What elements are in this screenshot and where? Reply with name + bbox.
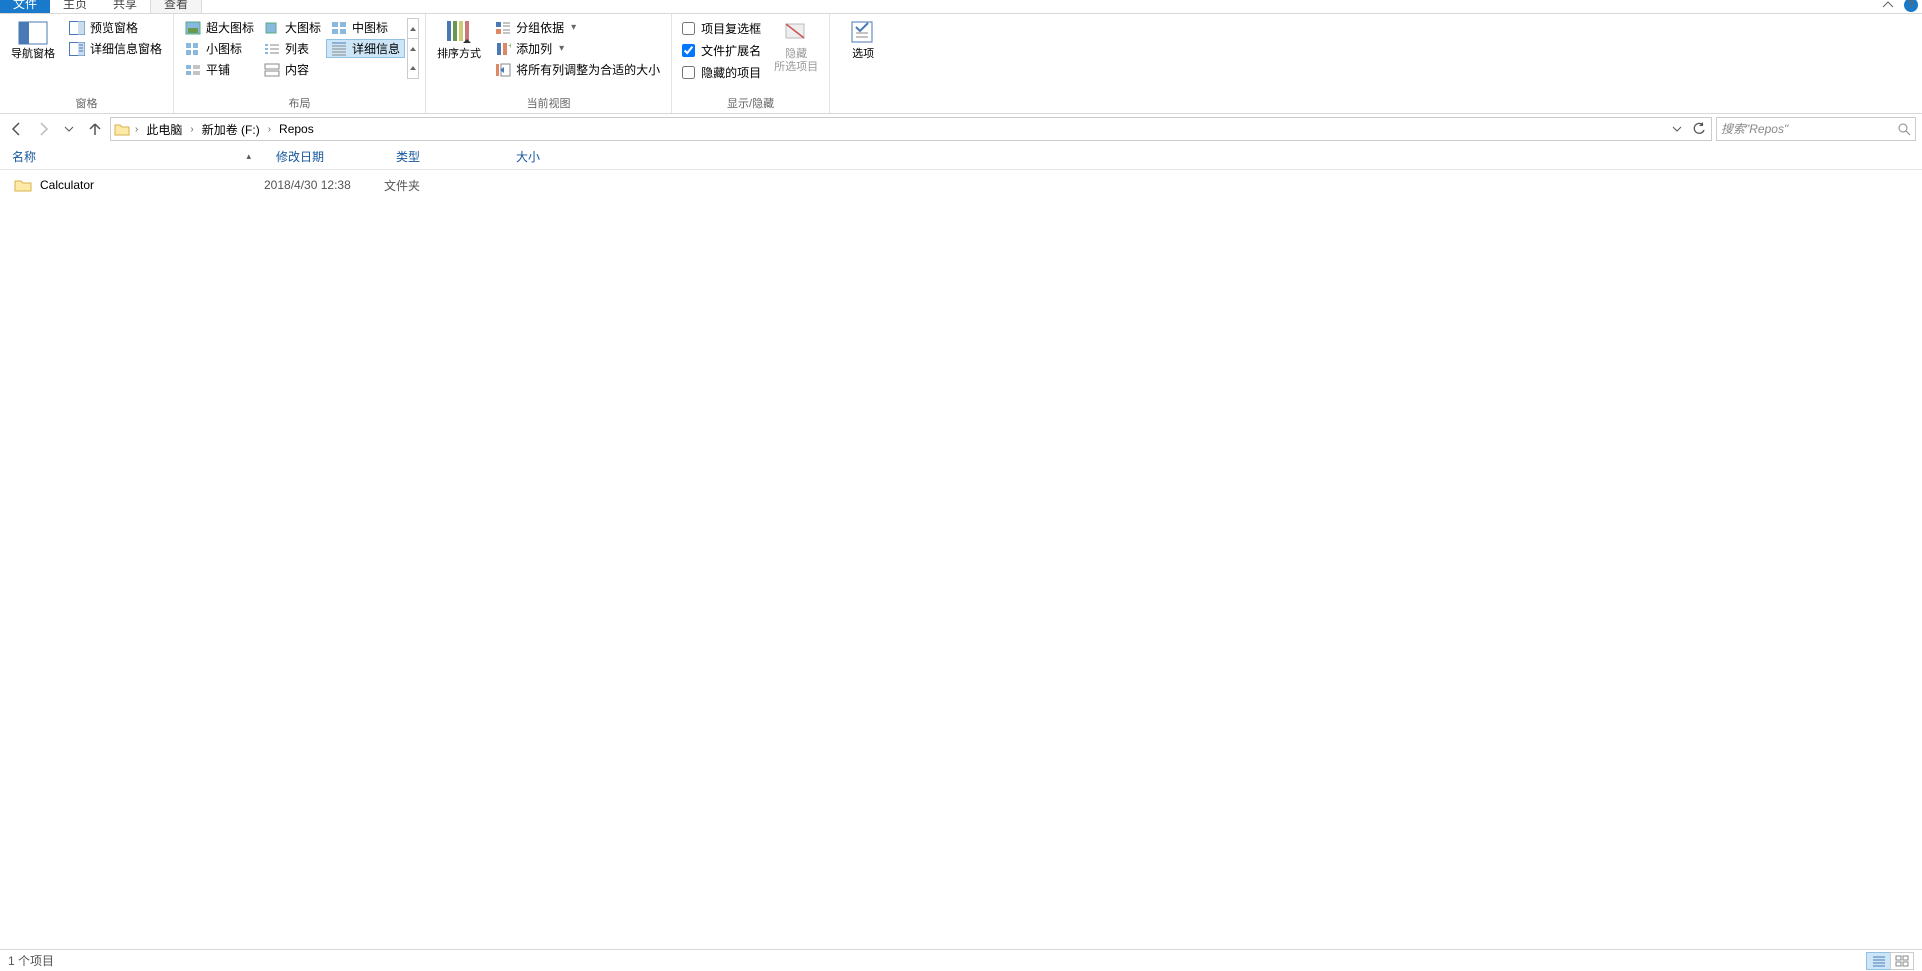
nav-history-dropdown[interactable] (58, 118, 80, 140)
chevron-right-icon[interactable]: › (266, 124, 273, 135)
small-icon (185, 42, 201, 56)
status-item-count: 1 个项目 (8, 952, 54, 969)
details-pane-button[interactable]: 详细信息窗格 (64, 39, 167, 58)
nav-forward-button[interactable] (32, 118, 54, 140)
large-icon (264, 21, 280, 35)
details-pane-icon (69, 42, 85, 56)
view-mode-icons[interactable] (1890, 952, 1914, 970)
tab-home[interactable]: 主页 (50, 0, 100, 13)
layout-details[interactable]: 详细信息 (326, 39, 405, 58)
chevron-right-icon[interactable]: › (133, 124, 140, 135)
file-list: Calculator 2018/4/30 12:38 文件夹 (0, 170, 1922, 200)
address-dropdown-button[interactable] (1667, 119, 1687, 139)
add-columns-button[interactable]: +添加列▾ (490, 39, 665, 58)
breadcrumb-2[interactable]: Repos (275, 119, 318, 139)
file-date: 2018/4/30 12:38 (264, 178, 384, 192)
tab-view[interactable]: 查看 (150, 0, 202, 13)
breadcrumb-0[interactable]: 此电脑 (142, 118, 186, 141)
layout-list[interactable]: 列表 (259, 39, 326, 58)
layout-tiles[interactable]: 平铺 (180, 60, 259, 79)
tab-share[interactable]: 共享 (100, 0, 150, 13)
column-size[interactable]: 大小 (504, 144, 584, 169)
tab-file[interactable]: 文件 (0, 0, 50, 13)
column-name[interactable]: 名称▴ (0, 144, 264, 169)
address-box[interactable]: › 此电脑 › 新加卷 (F:) › Repos (110, 117, 1712, 141)
layout-scroll[interactable] (407, 18, 419, 79)
file-type: 文件夹 (384, 177, 504, 194)
file-ext-toggle[interactable]: 文件扩展名 (678, 40, 765, 60)
layout-extra-large[interactable]: 超大图标 (180, 18, 259, 37)
group-label-show-hide: 显示/隐藏 (678, 95, 823, 111)
group-by-icon (495, 21, 511, 35)
group-label-layout: 布局 (180, 95, 419, 111)
nav-pane-icon (17, 20, 49, 46)
column-headers: 名称▴ 修改日期 类型 大小 (0, 144, 1922, 170)
tiles-icon (185, 63, 201, 77)
minimize-ribbon-icon[interactable] (1882, 0, 1894, 11)
sort-by-button[interactable]: 排序方式 (432, 18, 486, 63)
folder-icon (113, 122, 131, 136)
group-label-current-view: 当前视图 (432, 95, 665, 111)
item-checkboxes-toggle[interactable]: 项目复选框 (678, 18, 765, 38)
group-label-panes: 窗格 (6, 95, 167, 111)
view-mode-details[interactable] (1866, 952, 1890, 970)
content-icon (264, 63, 280, 77)
preview-pane-button[interactable]: 预览窗格 (64, 18, 167, 37)
search-input[interactable] (1721, 122, 1881, 136)
layout-large[interactable]: 大图标 (259, 18, 326, 37)
add-columns-icon: + (495, 42, 511, 56)
file-row[interactable]: Calculator 2018/4/30 12:38 文件夹 (0, 174, 1922, 196)
list-icon (264, 42, 280, 56)
ribbon: 导航窗格 预览窗格 详细信息窗格 窗格 超大图标 小图标 平铺 (0, 14, 1922, 114)
sort-icon (443, 20, 475, 46)
search-box[interactable] (1716, 117, 1916, 141)
group-by-button[interactable]: 分组依据▾ (490, 18, 665, 37)
folder-icon (14, 178, 32, 192)
search-icon[interactable] (1897, 122, 1911, 136)
layout-small[interactable]: 小图标 (180, 39, 259, 58)
help-icon[interactable]: ? (1904, 0, 1918, 12)
status-bar: 1 个项目 (0, 949, 1922, 971)
refresh-button[interactable] (1689, 119, 1709, 139)
tab-bar: 文件 主页 共享 查看 ? (0, 0, 1922, 14)
nav-back-button[interactable] (6, 118, 28, 140)
ribbon-group-current-view: 排序方式 分组依据▾ +添加列▾ 将所有列调整为合适的大小 当前视图 (426, 14, 672, 113)
address-bar-row: › 此电脑 › 新加卷 (F:) › Repos (0, 114, 1922, 144)
chevron-right-icon[interactable]: › (188, 124, 195, 135)
sort-asc-icon: ▴ (246, 151, 251, 162)
chevron-down-icon: ▾ (557, 43, 566, 54)
nav-up-button[interactable] (84, 118, 106, 140)
hide-selected-button[interactable]: 隐藏所选项目 (769, 18, 823, 76)
extra-large-icon (185, 21, 201, 35)
file-name: Calculator (40, 178, 94, 192)
ribbon-group-options: 选项 (830, 14, 896, 113)
options-icon (847, 20, 879, 46)
hidden-items-toggle[interactable]: 隐藏的项目 (678, 62, 765, 82)
breadcrumb-1[interactable]: 新加卷 (F:) (198, 118, 264, 141)
autosize-columns-button[interactable]: 将所有列调整为合适的大小 (490, 60, 665, 79)
ribbon-group-show-hide: 项目复选框 文件扩展名 隐藏的项目 隐藏所选项目 显示/隐藏 (672, 14, 830, 113)
ribbon-group-layout: 超大图标 小图标 平铺 大图标 列表 内容 中图标 详细信息 (174, 14, 426, 113)
column-type[interactable]: 类型 (384, 144, 504, 169)
chevron-down-icon: ▾ (569, 22, 578, 33)
ribbon-group-panes: 导航窗格 预览窗格 详细信息窗格 窗格 (0, 14, 174, 113)
layout-medium[interactable]: 中图标 (326, 18, 405, 37)
medium-icon (331, 21, 347, 35)
autosize-icon (495, 63, 511, 77)
layout-content[interactable]: 内容 (259, 60, 326, 79)
details-icon (331, 42, 347, 56)
hide-icon (780, 20, 812, 46)
column-date[interactable]: 修改日期 (264, 144, 384, 169)
preview-pane-icon (69, 21, 85, 35)
options-button[interactable]: 选项 (836, 18, 890, 63)
svg-text:+: + (508, 42, 511, 50)
nav-pane-button[interactable]: 导航窗格 (6, 18, 60, 63)
